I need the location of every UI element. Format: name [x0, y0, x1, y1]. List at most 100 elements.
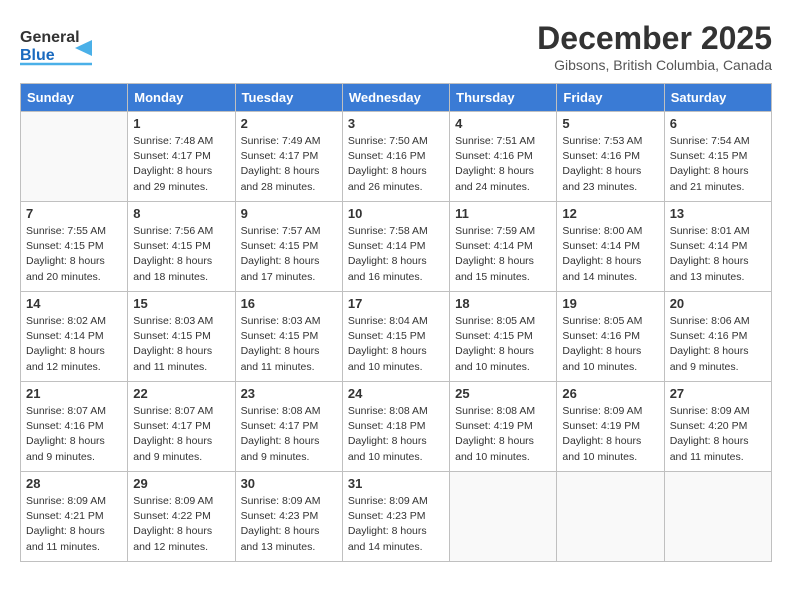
page-subtitle: Gibsons, British Columbia, Canada	[537, 57, 772, 73]
day-number: 30	[241, 476, 337, 491]
calendar-cell: 17 Sunrise: 8:04 AMSunset: 4:15 PMDayligh…	[342, 292, 449, 382]
logo: General Blue	[20, 20, 100, 70]
calendar-cell: 23 Sunrise: 8:08 AMSunset: 4:17 PMDayligh…	[235, 382, 342, 472]
day-number: 25	[455, 386, 551, 401]
day-info: Sunrise: 8:09 AMSunset: 4:23 PMDaylight:…	[348, 494, 444, 555]
day-number: 2	[241, 116, 337, 131]
day-info: Sunrise: 8:04 AMSunset: 4:15 PMDaylight:…	[348, 314, 444, 375]
calendar-cell: 29Sunrise: 8:09 AMSunset: 4:22 PMDayligh…	[128, 472, 235, 562]
day-number: 3	[348, 116, 444, 131]
calendar-cell: 3 Sunrise: 7:50 AMSunset: 4:16 PMDaylight…	[342, 112, 449, 202]
calendar-cell: 31Sunrise: 8:09 AMSunset: 4:23 PMDayligh…	[342, 472, 449, 562]
calendar-cell: 10Sunrise: 7:58 AMSunset: 4:14 PMDayligh…	[342, 202, 449, 292]
calendar-cell: 22 Sunrise: 8:07 AMSunset: 4:17 PMDayligh…	[128, 382, 235, 472]
day-number: 19	[562, 296, 658, 311]
page-title: December 2025	[537, 20, 772, 57]
day-number: 7	[26, 206, 122, 221]
weekday-header: Monday	[128, 84, 235, 112]
day-info: Sunrise: 7:57 AMSunset: 4:15 PMDaylight:…	[241, 224, 337, 285]
day-info: Sunrise: 8:03 AMSunset: 4:15 PMDaylight:…	[133, 314, 229, 375]
day-number: 15	[133, 296, 229, 311]
day-info: Sunrise: 8:09 AMSunset: 4:20 PMDaylight:…	[670, 404, 766, 465]
calendar-cell: 20 Sunrise: 8:06 AMSunset: 4:16 PMDayligh…	[664, 292, 771, 382]
svg-text:Blue: Blue	[20, 47, 55, 64]
day-info: Sunrise: 8:08 AMSunset: 4:19 PMDaylight:…	[455, 404, 551, 465]
calendar-cell	[557, 472, 664, 562]
day-number: 17	[348, 296, 444, 311]
calendar-cell: 4 Sunrise: 7:51 AMSunset: 4:16 PMDaylight…	[450, 112, 557, 202]
calendar-cell: 6Sunrise: 7:54 AMSunset: 4:15 PMDaylight…	[664, 112, 771, 202]
weekday-header: Tuesday	[235, 84, 342, 112]
day-info: Sunrise: 8:02 AMSunset: 4:14 PMDaylight:…	[26, 314, 122, 375]
calendar-cell: 7 Sunrise: 7:55 AMSunset: 4:15 PMDaylight…	[21, 202, 128, 292]
day-info: Sunrise: 8:09 AMSunset: 4:19 PMDaylight:…	[562, 404, 658, 465]
calendar-cell: 13 Sunrise: 8:01 AMSunset: 4:14 PMDayligh…	[664, 202, 771, 292]
page-header: General Blue December 2025 Gibsons, Brit…	[20, 20, 772, 73]
weekday-header: Friday	[557, 84, 664, 112]
calendar-cell: 21Sunrise: 8:07 AMSunset: 4:16 PMDayligh…	[21, 382, 128, 472]
calendar-cell: 25 Sunrise: 8:08 AMSunset: 4:19 PMDayligh…	[450, 382, 557, 472]
day-info: Sunrise: 8:09 AMSunset: 4:23 PMDaylight:…	[241, 494, 337, 555]
calendar-cell: 28Sunrise: 8:09 AMSunset: 4:21 PMDayligh…	[21, 472, 128, 562]
calendar-week-row: 21Sunrise: 8:07 AMSunset: 4:16 PMDayligh…	[21, 382, 772, 472]
day-info: Sunrise: 7:48 AMSunset: 4:17 PMDaylight:…	[133, 134, 229, 195]
day-number: 4	[455, 116, 551, 131]
calendar-cell: 2Sunrise: 7:49 AMSunset: 4:17 PMDaylight…	[235, 112, 342, 202]
day-info: Sunrise: 8:05 AMSunset: 4:15 PMDaylight:…	[455, 314, 551, 375]
day-number: 6	[670, 116, 766, 131]
logo-svg: General Blue	[20, 20, 100, 70]
calendar-cell: 18 Sunrise: 8:05 AMSunset: 4:15 PMDayligh…	[450, 292, 557, 382]
day-number: 27	[670, 386, 766, 401]
calendar-cell: 30 Sunrise: 8:09 AMSunset: 4:23 PMDayligh…	[235, 472, 342, 562]
day-number: 20	[670, 296, 766, 311]
day-info: Sunrise: 8:07 AMSunset: 4:17 PMDaylight:…	[133, 404, 229, 465]
day-number: 22	[133, 386, 229, 401]
title-block: December 2025 Gibsons, British Columbia,…	[537, 20, 772, 73]
calendar-table: SundayMondayTuesdayWednesdayThursdayFrid…	[20, 83, 772, 562]
calendar-cell	[664, 472, 771, 562]
calendar-cell: 26Sunrise: 8:09 AMSunset: 4:19 PMDayligh…	[557, 382, 664, 472]
day-info: Sunrise: 8:00 AMSunset: 4:14 PMDaylight:…	[562, 224, 658, 285]
day-number: 21	[26, 386, 122, 401]
calendar-cell	[450, 472, 557, 562]
day-number: 29	[133, 476, 229, 491]
calendar-cell: 9 Sunrise: 7:57 AMSunset: 4:15 PMDaylight…	[235, 202, 342, 292]
day-number: 1	[133, 116, 229, 131]
calendar-cell: 27 Sunrise: 8:09 AMSunset: 4:20 PMDayligh…	[664, 382, 771, 472]
day-number: 10	[348, 206, 444, 221]
day-number: 23	[241, 386, 337, 401]
calendar-week-row: 28Sunrise: 8:09 AMSunset: 4:21 PMDayligh…	[21, 472, 772, 562]
calendar-cell: 19 Sunrise: 8:05 AMSunset: 4:16 PMDayligh…	[557, 292, 664, 382]
day-info: Sunrise: 7:56 AMSunset: 4:15 PMDaylight:…	[133, 224, 229, 285]
calendar-cell: 24Sunrise: 8:08 AMSunset: 4:18 PMDayligh…	[342, 382, 449, 472]
day-info: Sunrise: 7:55 AMSunset: 4:15 PMDaylight:…	[26, 224, 122, 285]
weekday-header: Sunday	[21, 84, 128, 112]
day-number: 18	[455, 296, 551, 311]
svg-text:General: General	[20, 29, 80, 46]
day-number: 13	[670, 206, 766, 221]
calendar-week-row: 7 Sunrise: 7:55 AMSunset: 4:15 PMDaylight…	[21, 202, 772, 292]
day-info: Sunrise: 8:03 AMSunset: 4:15 PMDaylight:…	[241, 314, 337, 375]
day-number: 8	[133, 206, 229, 221]
calendar-cell: 16 Sunrise: 8:03 AMSunset: 4:15 PMDayligh…	[235, 292, 342, 382]
weekday-header: Saturday	[664, 84, 771, 112]
day-info: Sunrise: 8:06 AMSunset: 4:16 PMDaylight:…	[670, 314, 766, 375]
day-number: 16	[241, 296, 337, 311]
calendar-cell: 1 Sunrise: 7:48 AMSunset: 4:17 PMDaylight…	[128, 112, 235, 202]
day-info: Sunrise: 7:50 AMSunset: 4:16 PMDaylight:…	[348, 134, 444, 195]
day-number: 12	[562, 206, 658, 221]
day-info: Sunrise: 7:59 AMSunset: 4:14 PMDaylight:…	[455, 224, 551, 285]
day-number: 24	[348, 386, 444, 401]
day-info: Sunrise: 7:53 AMSunset: 4:16 PMDaylight:…	[562, 134, 658, 195]
calendar-cell	[21, 112, 128, 202]
calendar-week-row: 1 Sunrise: 7:48 AMSunset: 4:17 PMDaylight…	[21, 112, 772, 202]
day-info: Sunrise: 8:08 AMSunset: 4:17 PMDaylight:…	[241, 404, 337, 465]
day-info: Sunrise: 8:01 AMSunset: 4:14 PMDaylight:…	[670, 224, 766, 285]
day-info: Sunrise: 7:51 AMSunset: 4:16 PMDaylight:…	[455, 134, 551, 195]
calendar-cell: 15 Sunrise: 8:03 AMSunset: 4:15 PMDayligh…	[128, 292, 235, 382]
weekday-header: Thursday	[450, 84, 557, 112]
day-info: Sunrise: 8:05 AMSunset: 4:16 PMDaylight:…	[562, 314, 658, 375]
day-number: 9	[241, 206, 337, 221]
calendar-cell: 5Sunrise: 7:53 AMSunset: 4:16 PMDaylight…	[557, 112, 664, 202]
day-number: 28	[26, 476, 122, 491]
